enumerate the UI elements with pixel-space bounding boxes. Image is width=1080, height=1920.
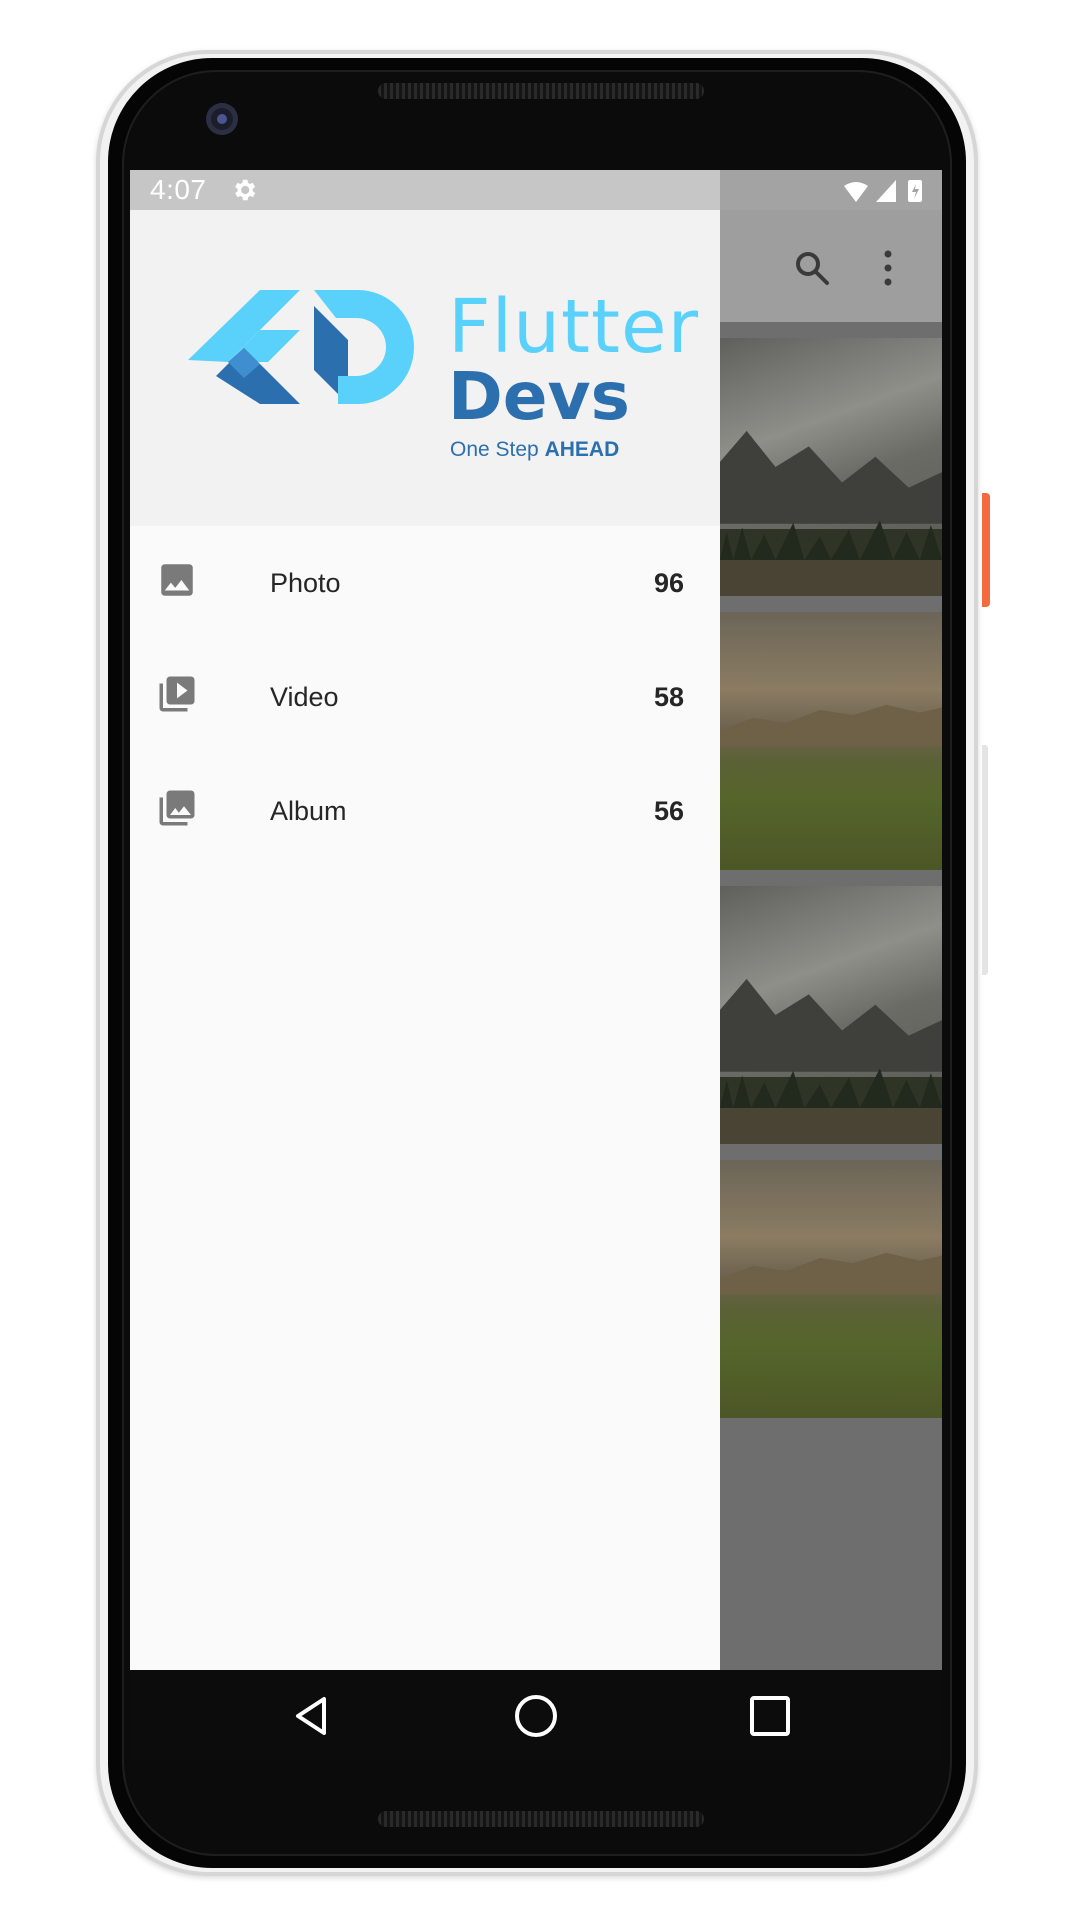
home-icon[interactable]	[508, 1688, 564, 1744]
front-camera	[206, 103, 238, 135]
drawer-item-count: 58	[653, 682, 684, 712]
logo-tagline: One Step AHEAD	[450, 438, 620, 461]
recents-icon[interactable]	[742, 1688, 798, 1744]
signal-icon	[876, 180, 896, 202]
video-library-icon	[159, 676, 195, 712]
drawer-item-label: Photo	[270, 568, 341, 598]
gear-icon	[235, 179, 256, 201]
drawer-item-label: Video	[270, 682, 339, 712]
photo-thumbnail[interactable]	[720, 886, 942, 1144]
wifi-icon	[844, 182, 868, 202]
bottom-speaker	[378, 1811, 704, 1827]
photo-thumbnail[interactable]	[720, 1160, 942, 1418]
status-bar: 4:07	[130, 170, 720, 210]
image-icon	[161, 564, 193, 596]
battery-icon	[908, 180, 922, 202]
flutterdevs-logo-mark	[188, 290, 414, 404]
drawer-item-photo[interactable]: Photo 96	[130, 526, 720, 640]
status-time: 4:07	[150, 174, 207, 205]
status-icons	[844, 180, 922, 202]
drawer-item-label: Album	[270, 796, 347, 826]
earpiece-speaker	[378, 83, 704, 99]
drawer-item-video[interactable]: Video 58	[130, 640, 720, 754]
screen: 4:07 Flutter Devs One Step AHEAD Photo 9…	[130, 170, 942, 1760]
photo-library-icon	[159, 790, 195, 826]
more-vert-icon[interactable]	[878, 248, 898, 288]
back-icon[interactable]	[284, 1688, 340, 1744]
power-button	[982, 493, 990, 607]
flutterdevs-logo: Flutter Devs One Step AHEAD	[188, 270, 698, 490]
volume-button	[982, 745, 988, 975]
drawer-item-count: 96	[653, 568, 684, 598]
system-nav-bar	[130, 1670, 942, 1760]
logo-word-flutter: Flutter	[448, 284, 700, 370]
drawer-header: Flutter Devs One Step AHEAD	[130, 210, 720, 526]
logo-word-devs: Devs	[448, 358, 630, 435]
photo-thumbnail[interactable]	[720, 338, 942, 596]
drawer-item-count: 56	[653, 796, 684, 826]
photo-thumbnail[interactable]	[720, 612, 942, 870]
drawer-item-album[interactable]: Album 56	[130, 754, 720, 868]
search-icon[interactable]	[792, 248, 832, 288]
navigation-drawer: 4:07 Flutter Devs One Step AHEAD Photo 9…	[130, 170, 720, 1760]
